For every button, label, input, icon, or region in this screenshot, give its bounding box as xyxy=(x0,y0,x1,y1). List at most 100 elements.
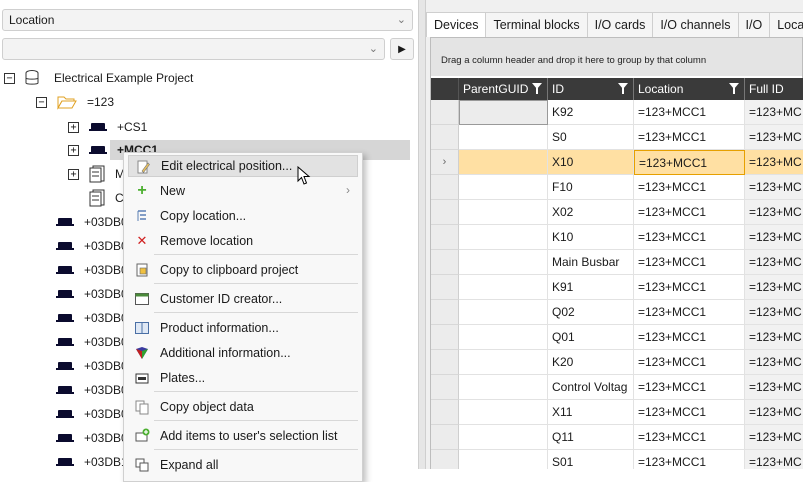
cell-full[interactable]: =123+MC xyxy=(745,425,803,450)
expand-icon[interactable]: + xyxy=(68,144,79,156)
column-header-full-id[interactable]: Full ID xyxy=(745,78,803,100)
tab-io-channels[interactable]: I/O channels xyxy=(652,12,739,37)
expand-icon[interactable]: + xyxy=(68,168,79,180)
tree-node-root[interactable]: − Electrical Example Project xyxy=(4,67,193,89)
cell-id[interactable]: Main Busbar xyxy=(548,250,634,275)
group-by-panel[interactable]: Drag a column header and drop it here to… xyxy=(431,38,802,76)
row-header[interactable] xyxy=(431,200,459,225)
tab-io-cards[interactable]: I/O cards xyxy=(586,12,654,37)
tree-node-cs1[interactable]: + +CS1 xyxy=(68,116,147,138)
tree-node-db[interactable]: +03DB0 xyxy=(56,307,128,329)
cell-parentguid[interactable] xyxy=(459,100,548,125)
cell-full[interactable]: =123+MC xyxy=(745,325,803,350)
row-header[interactable] xyxy=(431,300,459,325)
menu-item-additional-information[interactable]: Additional information... xyxy=(128,342,358,364)
tree-node-db[interactable]: +03DB0 xyxy=(56,355,128,377)
menu-item-copy-location[interactable]: Copy location... xyxy=(128,205,358,227)
menu-item-copy-to-clipboard-project[interactable]: Copy to clipboard project xyxy=(128,259,358,281)
cell-parentguid[interactable] xyxy=(459,175,548,200)
filter-combo[interactable]: ⌄ xyxy=(2,38,385,60)
cell-location[interactable]: =123+MCC1 xyxy=(634,400,745,425)
cell-id[interactable]: K92 xyxy=(548,100,634,125)
cell-full[interactable]: =123+MC xyxy=(745,150,803,175)
menu-item-product-information[interactable]: Product information... xyxy=(128,317,358,339)
cell-location[interactable]: =123+MCC1 xyxy=(634,450,745,469)
cell-id[interactable]: Q02 xyxy=(548,300,634,325)
cell-id[interactable]: X11 xyxy=(548,400,634,425)
filter-icon[interactable] xyxy=(618,83,628,94)
tab-io[interactable]: I/O xyxy=(737,12,771,37)
cell-full[interactable]: =123+MC xyxy=(745,300,803,325)
cell-id[interactable]: S01 xyxy=(548,450,634,469)
chevron-down-icon[interactable]: ⌄ xyxy=(369,42,378,55)
row-header[interactable] xyxy=(431,450,459,469)
cell-parentguid[interactable] xyxy=(459,225,548,250)
tab-locations[interactable]: Locatic xyxy=(769,12,803,37)
cell-id[interactable]: Q11 xyxy=(548,425,634,450)
menu-item-add-to-selection-list[interactable]: Add items to user's selection list xyxy=(128,425,358,447)
column-header-id[interactable]: ID xyxy=(548,78,634,100)
tab-terminal-blocks[interactable]: Terminal blocks xyxy=(485,12,588,37)
cell-parentguid[interactable] xyxy=(459,375,548,400)
cell-parentguid[interactable] xyxy=(459,300,548,325)
menu-item-plates[interactable]: Plates... xyxy=(128,367,358,389)
row-header[interactable] xyxy=(431,225,459,250)
cell-id[interactable]: Control Voltag xyxy=(548,375,634,400)
tree-node-db[interactable]: +03DB1 xyxy=(56,451,128,469)
cell-parentguid[interactable] xyxy=(459,425,548,450)
tree-node-db[interactable]: +03DB0 xyxy=(56,259,128,281)
cell-id[interactable]: K10 xyxy=(548,225,634,250)
expand-icon[interactable]: + xyxy=(68,121,79,133)
cell-parentguid[interactable] xyxy=(459,450,548,469)
row-header[interactable] xyxy=(431,350,459,375)
tree-node-c[interactable]: C xyxy=(89,187,124,209)
tree-node-db[interactable]: +03DB0 xyxy=(56,283,128,305)
cell-full[interactable]: =123+MC xyxy=(745,275,803,300)
cell-parentguid[interactable] xyxy=(459,275,548,300)
tree-node-db[interactable]: +03DB0 xyxy=(56,211,128,233)
cell-location[interactable]: =123+MCC1 xyxy=(634,275,745,300)
cell-location[interactable]: =123+MCC1 xyxy=(634,325,745,350)
row-header[interactable] xyxy=(431,425,459,450)
cell-location[interactable]: =123+MCC1 xyxy=(634,200,745,225)
cell-location[interactable]: =123+MCC1 xyxy=(634,100,745,125)
tree-node-db[interactable]: +03DB0 xyxy=(56,235,128,257)
cell-location[interactable]: =123+MCC1 xyxy=(634,300,745,325)
cell-location[interactable]: =123+MCC1 xyxy=(634,350,745,375)
cell-location[interactable]: =123+MCC1 xyxy=(634,425,745,450)
row-header[interactable] xyxy=(431,250,459,275)
cell-full[interactable]: =123+MC xyxy=(745,225,803,250)
row-header[interactable] xyxy=(431,125,459,150)
cell-id[interactable]: F10 xyxy=(548,175,634,200)
location-combo[interactable]: Location ⌄ xyxy=(2,9,413,31)
cell-id[interactable]: K91 xyxy=(548,275,634,300)
cell-parentguid[interactable] xyxy=(459,250,548,275)
cell-full[interactable]: =123+MC xyxy=(745,375,803,400)
tree-node-m[interactable]: + M xyxy=(68,163,125,185)
cell-id[interactable]: K20 xyxy=(548,350,634,375)
cell-id[interactable]: X02 xyxy=(548,200,634,225)
row-header[interactable] xyxy=(431,375,459,400)
cell-full[interactable]: =123+MC xyxy=(745,175,803,200)
cell-full[interactable]: =123+MC xyxy=(745,350,803,375)
cell-location[interactable]: =123+MCC1 xyxy=(634,250,745,275)
panel-splitter[interactable] xyxy=(418,0,426,469)
cell-id[interactable]: S0 xyxy=(548,125,634,150)
cell-location[interactable]: =123+MCC1 xyxy=(634,225,745,250)
row-header[interactable] xyxy=(431,175,459,200)
row-header[interactable]: › xyxy=(431,150,459,175)
collapse-icon[interactable]: − xyxy=(36,96,47,108)
tree-node-123[interactable]: − =123 xyxy=(36,91,114,113)
menu-item-new[interactable]: + New › xyxy=(128,180,358,202)
menu-item-remove-location[interactable]: ✕ Remove location xyxy=(128,230,358,252)
cell-parentguid[interactable] xyxy=(459,400,548,425)
cell-parentguid[interactable] xyxy=(459,200,548,225)
filter-icon[interactable] xyxy=(729,83,739,94)
cell-full[interactable]: =123+MC xyxy=(745,125,803,150)
tree-node-db[interactable]: +03DB0 xyxy=(56,331,128,353)
tree-node-db[interactable]: +03DB0 xyxy=(56,427,128,449)
cell-parentguid[interactable] xyxy=(459,350,548,375)
tab-devices[interactable]: Devices xyxy=(426,12,487,37)
menu-item-expand-all[interactable]: Expand all xyxy=(128,454,358,476)
tree-node-db[interactable]: +03DB0 xyxy=(56,403,128,425)
